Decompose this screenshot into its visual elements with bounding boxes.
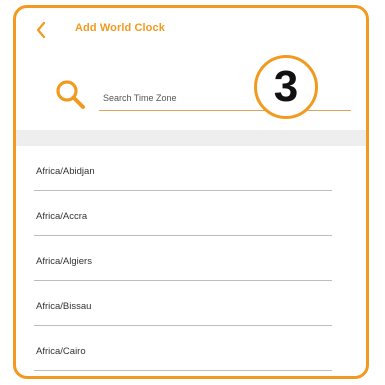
chevron-left-icon xyxy=(36,21,46,39)
list-item-timezone[interactable]: Africa/Bissau xyxy=(16,281,366,326)
timezone-label: Africa/Cairo xyxy=(36,346,86,357)
list-item-timezone[interactable]: Africa/Abidjan xyxy=(16,146,366,191)
timezone-label: Africa/Accra xyxy=(36,211,88,222)
timezone-list: Africa/Abidjan Africa/Accra Africa/Algie… xyxy=(16,146,366,371)
timezone-label: Africa/Abidjan xyxy=(36,166,95,177)
page-title: Add World Clock xyxy=(75,22,165,34)
list-item-timezone[interactable]: Africa/Cairo xyxy=(16,326,366,371)
step-number-badge: 3 xyxy=(254,55,318,119)
section-divider xyxy=(16,130,366,146)
list-item-timezone[interactable]: Africa/Accra xyxy=(16,191,366,236)
list-separator xyxy=(34,370,332,371)
search-underline xyxy=(99,110,351,111)
header-bar: Add World Clock xyxy=(16,8,366,40)
phone-frame: Add World Clock 3 Africa/Abidjan Africa/… xyxy=(13,5,369,379)
timezone-label: Africa/Algiers xyxy=(36,256,92,267)
list-item-timezone[interactable]: Africa/Algiers xyxy=(16,236,366,281)
back-button[interactable] xyxy=(34,20,50,40)
timezone-label: Africa/Bissau xyxy=(36,301,92,312)
search-icon[interactable] xyxy=(54,78,88,112)
